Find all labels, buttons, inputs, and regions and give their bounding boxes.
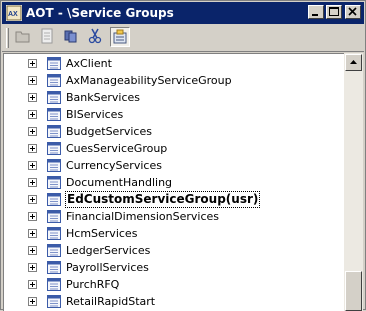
- properties-button[interactable]: [38, 27, 58, 47]
- expand-icon[interactable]: [28, 59, 37, 68]
- maximize-icon: [329, 7, 339, 16]
- expand-icon[interactable]: [28, 229, 37, 238]
- aot-window: AX AOT - \Service Groups AxClient AxMana…: [0, 0, 366, 311]
- tree-node-label: AxClient: [66, 57, 112, 70]
- open-icon: [15, 31, 30, 43]
- service-group-node-icon: [47, 176, 61, 189]
- service-group-node-icon: [47, 227, 61, 240]
- tree-node[interactable]: LedgerServices: [4, 242, 343, 259]
- tree-node-label: CuesServiceGroup: [66, 142, 168, 155]
- expand-icon[interactable]: [28, 195, 37, 204]
- toolbar-grip[interactable]: [6, 28, 9, 48]
- service-group-node-icon: [47, 278, 61, 291]
- tree-node-label: EdCustomServiceGroup(usr): [65, 191, 261, 208]
- service-group-node-icon: [47, 142, 61, 155]
- open-button[interactable]: [14, 27, 34, 47]
- compile-button[interactable]: [62, 27, 82, 47]
- svg-text:AX: AX: [8, 11, 18, 18]
- tree-node[interactable]: PayrollServices: [4, 259, 343, 276]
- close-icon: [348, 7, 357, 16]
- maximize-button[interactable]: [326, 5, 342, 19]
- expand-icon[interactable]: [28, 110, 37, 119]
- service-group-node-icon: [47, 193, 61, 206]
- arrow-up-icon: [350, 60, 357, 64]
- service-group-node-icon: [47, 91, 61, 104]
- compile-icon: [64, 30, 77, 43]
- tree-node[interactable]: BankServices: [4, 89, 343, 106]
- tree-node[interactable]: EdCustomServiceGroup(usr): [4, 191, 343, 208]
- expand-icon[interactable]: [28, 93, 37, 102]
- tree-node[interactable]: RetailRapidStart: [4, 293, 343, 310]
- title-bar[interactable]: AX AOT - \Service Groups: [2, 2, 364, 24]
- tree-node-label: FinancialDimensionServices: [66, 210, 220, 223]
- service-group-node-icon: [47, 125, 61, 138]
- aot-app-icon: AX: [6, 5, 22, 21]
- tree-node[interactable]: CurrencyServices: [4, 157, 343, 174]
- service-group-node-icon: [47, 74, 61, 87]
- properties-icon: [41, 28, 53, 44]
- close-button[interactable]: [345, 5, 361, 19]
- expand-icon[interactable]: [28, 212, 37, 221]
- tree-node[interactable]: DocumentHandling: [4, 174, 343, 191]
- tree-node[interactable]: HcmServices: [4, 225, 343, 242]
- service-group-node-icon: [47, 159, 61, 172]
- service-groups-tree[interactable]: AxClient AxManageabilityServiceGroup BankS…: [3, 53, 344, 311]
- tree-node-label: RetailRapidStart: [66, 295, 156, 308]
- expand-icon[interactable]: [28, 127, 37, 136]
- tree-node-label: BudgetServices: [66, 125, 152, 138]
- cut-button[interactable]: [86, 27, 106, 47]
- cut-icon: [88, 28, 102, 44]
- tree-node-label: LedgerServices: [66, 244, 151, 257]
- window-title: AOT - \Service Groups: [26, 6, 174, 20]
- service-group-node-icon: [47, 295, 61, 308]
- service-group-node-icon: [47, 244, 61, 257]
- service-group-node-icon: [47, 108, 61, 121]
- expand-icon[interactable]: [28, 297, 37, 306]
- service-group-node-icon: [47, 210, 61, 223]
- minimize-button[interactable]: [308, 5, 324, 19]
- tree-node-label: PayrollServices: [66, 261, 149, 274]
- toolbar: [2, 24, 364, 52]
- tree-node-label: HcmServices: [66, 227, 138, 240]
- tree-node-label: BIServices: [66, 108, 124, 121]
- expand-icon[interactable]: [28, 280, 37, 289]
- tree-node[interactable]: AxManageabilityServiceGroup: [4, 72, 343, 89]
- minimize-icon: [312, 14, 318, 16]
- tree-node[interactable]: PurchRFQ: [4, 276, 343, 293]
- scroll-thumb[interactable]: [345, 271, 362, 311]
- service-group-node-icon: [47, 57, 61, 70]
- import-button[interactable]: [110, 27, 130, 47]
- tree-node-label: PurchRFQ: [66, 278, 120, 291]
- tree-node[interactable]: BIServices: [4, 106, 343, 123]
- tree-node[interactable]: FinancialDimensionServices: [4, 208, 343, 225]
- expand-icon[interactable]: [28, 76, 37, 85]
- expand-icon[interactable]: [28, 161, 37, 170]
- tree-node-label: DocumentHandling: [66, 176, 173, 189]
- tree-node-label: AxManageabilityServiceGroup: [66, 74, 232, 87]
- expand-icon[interactable]: [28, 178, 37, 187]
- tree-node[interactable]: CuesServiceGroup: [4, 140, 343, 157]
- tree-node-label: CurrencyServices: [66, 159, 162, 172]
- expand-icon[interactable]: [28, 246, 37, 255]
- tree-node-label: BankServices: [66, 91, 141, 104]
- service-group-node-icon: [47, 261, 61, 274]
- import-icon: [113, 29, 127, 44]
- expand-icon[interactable]: [28, 263, 37, 272]
- vertical-scrollbar[interactable]: [344, 53, 363, 311]
- scroll-up-button[interactable]: [345, 54, 362, 71]
- expand-icon[interactable]: [28, 144, 37, 153]
- tree-node[interactable]: AxClient: [4, 55, 343, 72]
- tree-node[interactable]: BudgetServices: [4, 123, 343, 140]
